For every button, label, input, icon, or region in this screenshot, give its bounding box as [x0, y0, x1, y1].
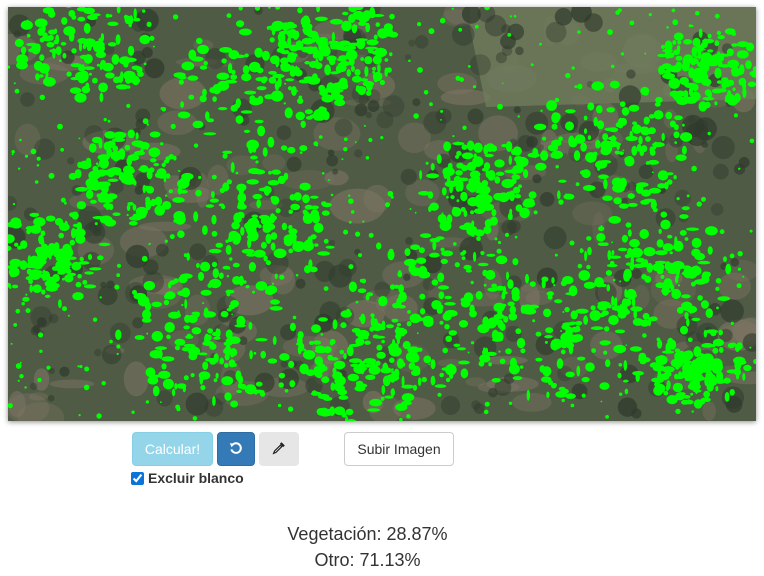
eyedropper-icon: [272, 441, 286, 458]
vegetation-value: 28.87%: [386, 524, 448, 544]
analyzed-image: [8, 7, 756, 421]
calculate-button[interactable]: Calcular!: [132, 432, 213, 466]
undo-icon: [229, 441, 243, 458]
exclude-white-option[interactable]: Excluir blanco: [131, 469, 244, 487]
vegetation-label: Vegetación:: [287, 524, 382, 544]
other-value: 71.13%: [359, 550, 421, 570]
upload-image-button[interactable]: Subir Imagen: [344, 432, 454, 466]
other-label: Otro:: [314, 550, 355, 570]
other-result: Otro: 71.13%: [0, 550, 735, 571]
color-picker-button[interactable]: [259, 432, 299, 466]
exclude-white-checkbox[interactable]: [131, 471, 144, 485]
reset-button[interactable]: [217, 432, 255, 466]
vegetation-result: Vegetación: 28.87%: [0, 524, 735, 545]
exclude-white-label: Excluir blanco: [148, 470, 244, 486]
